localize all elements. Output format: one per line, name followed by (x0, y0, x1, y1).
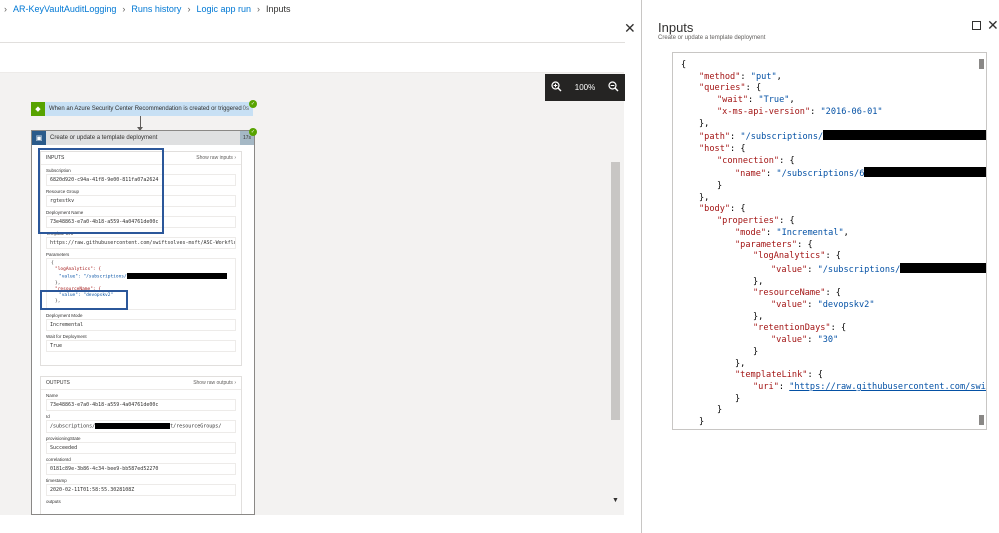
zoom-out-icon[interactable] (608, 81, 619, 94)
json-line: "logAnalytics": { (753, 251, 841, 262)
json-line: } (673, 429, 986, 430)
json-line: "queries": { (699, 83, 762, 94)
breadcrumb-item-current: Inputs (265, 4, 291, 14)
output-id-value: /subscriptions/t/resourceGroups/ (46, 420, 236, 433)
json-line: "resourceName": { (753, 288, 841, 299)
close-icon[interactable]: ✕ (624, 20, 636, 37)
json-line: } (717, 405, 723, 416)
close-icon[interactable]: ✕ (987, 17, 999, 34)
redacted-block (864, 167, 986, 178)
json-line: }, (753, 311, 764, 322)
json-line: "retentionDays": { (753, 323, 847, 334)
json-line: "value": "devopskv2" (771, 300, 875, 311)
json-line: }, (735, 358, 746, 369)
json-line: }, (699, 118, 710, 129)
outputs-title: OUTPUTS (46, 380, 70, 386)
correlation-id-label: correlationId (46, 456, 71, 462)
json-line: "templateLink": { (735, 370, 823, 381)
security-center-icon: ◆ (31, 102, 45, 116)
deployment-mode-label: Deployment Mode (46, 313, 83, 318)
json-line: "body": { (699, 204, 746, 215)
zoom-level: 100% (574, 83, 596, 92)
param-line: "value": "/subscriptions/ (51, 273, 231, 281)
redacted-block (95, 423, 171, 429)
json-line: "mode": "Incremental", (735, 227, 849, 238)
zoom-controls: 100% (545, 74, 625, 101)
parameters-label: Parameters (46, 252, 70, 257)
flow-arrow-icon (137, 116, 143, 131)
json-line: "uri": "https://raw.githubusercontent.co… (753, 381, 986, 392)
breadcrumb: › AR-KeyVaultAuditLogging › Runs history… (0, 0, 640, 18)
success-check-icon: ✓ (249, 100, 257, 108)
scroll-thumb[interactable] (979, 59, 984, 69)
outputs-section: OUTPUTS Show raw outputs › Name 73e48863… (40, 376, 242, 514)
json-line: } (735, 393, 741, 404)
json-line: "method": "put", (699, 71, 782, 82)
app-window: › AR-KeyVaultAuditLogging › Runs history… (0, 0, 999, 533)
json-content: { "method": "put", "queries": {"wait": "Tr… (673, 60, 986, 430)
json-line: "value": "/subscriptions/ (673, 262, 986, 277)
json-line: }, (699, 192, 710, 203)
json-line: "parameters": { (735, 239, 813, 250)
deployment-mode-value: Incremental (46, 319, 236, 331)
json-line: "x-ms-api-version": "2016-06-01" (717, 106, 883, 117)
show-raw-outputs-link[interactable]: Show raw outputs › (193, 380, 236, 386)
json-line: } (717, 181, 723, 192)
trigger-duration: 0s (242, 106, 249, 112)
panel-title: Inputs (658, 20, 694, 35)
correlation-id-value: 0181c89e-3b86-4c34-bee9-bb587ed52270 (46, 462, 236, 475)
inputs-panel: Inputs Create or update a template deplo… (641, 0, 999, 533)
resource-manager-icon: ▣ (32, 131, 46, 145)
trigger-card[interactable]: ◆ When an Azure Security Center Recommen… (31, 102, 253, 116)
breadcrumb-item-logic-app-run[interactable]: Logic app run (196, 4, 251, 14)
provisioning-state-value: Succeeded (46, 441, 236, 454)
redacted-block (126, 273, 227, 279)
chevron-right-icon: › (256, 4, 260, 14)
panel-subtitle: Create or update a template deployment (658, 35, 766, 41)
outputs-label: outputs (46, 498, 61, 504)
json-line: "value": "30" (771, 335, 839, 346)
success-check-icon: ✓ (249, 128, 257, 136)
breadcrumb-item-logic-app[interactable]: AR-KeyVaultAuditLogging (13, 4, 116, 14)
divider (0, 42, 625, 43)
maximize-icon[interactable] (972, 21, 981, 30)
json-line: { (681, 60, 687, 70)
timestamp-value: 2020-02-11T01:58:55.3028108Z (46, 483, 236, 496)
trigger-title: When an Azure Security Center Recommenda… (49, 106, 242, 112)
chevron-right-icon: › (4, 4, 7, 14)
outputs-header: OUTPUTS Show raw outputs › (41, 377, 241, 390)
highlight-box (38, 148, 164, 234)
highlight-box (40, 290, 128, 310)
breadcrumb-item-runs-history[interactable]: Runs history (131, 4, 181, 14)
output-id-label: Id (46, 414, 50, 419)
json-line: } (753, 346, 759, 357)
wait-label: Wait for Deployment (46, 334, 87, 339)
show-raw-inputs-link[interactable]: Show raw inputs › (196, 155, 236, 161)
json-line: }, (753, 276, 764, 287)
json-line: "properties": { (717, 216, 795, 227)
wait-value: True (46, 340, 236, 352)
scroll-thumb[interactable] (979, 415, 984, 425)
output-name-label: Name (46, 393, 59, 398)
action-title: Create or update a template deployment (50, 135, 158, 141)
timestamp-label: timestamp (46, 477, 67, 483)
json-line: "host": { (699, 143, 746, 154)
chevron-right-icon: › (187, 4, 191, 14)
provisioning-state-label: provisioningState (46, 435, 81, 441)
redacted-block (900, 262, 986, 273)
scroll-down-icon[interactable]: ▼ (612, 497, 619, 504)
canvas-scrollbar[interactable] (611, 162, 620, 420)
zoom-in-icon[interactable] (551, 81, 562, 94)
redacted-block (823, 130, 986, 141)
output-name-value: 73e48863-e7a0-4b18-a559-4a04761de00c (46, 399, 236, 411)
json-line: } (699, 417, 705, 428)
action-header[interactable]: ▣ Create or update a template deployment… (32, 131, 254, 145)
json-line: "name": "/subscriptions/6 (673, 167, 986, 181)
chevron-right-icon: › (122, 4, 126, 14)
template-uri-value: https://raw.githubusercontent.com/swifts… (46, 237, 236, 249)
json-viewer[interactable]: { "method": "put", "queries": {"wait": "Tr… (672, 52, 987, 430)
json-line: "path": "/subscriptions//r (673, 130, 986, 144)
json-line: "connection": { (717, 155, 795, 166)
json-line: "wait": "True", (717, 95, 795, 106)
